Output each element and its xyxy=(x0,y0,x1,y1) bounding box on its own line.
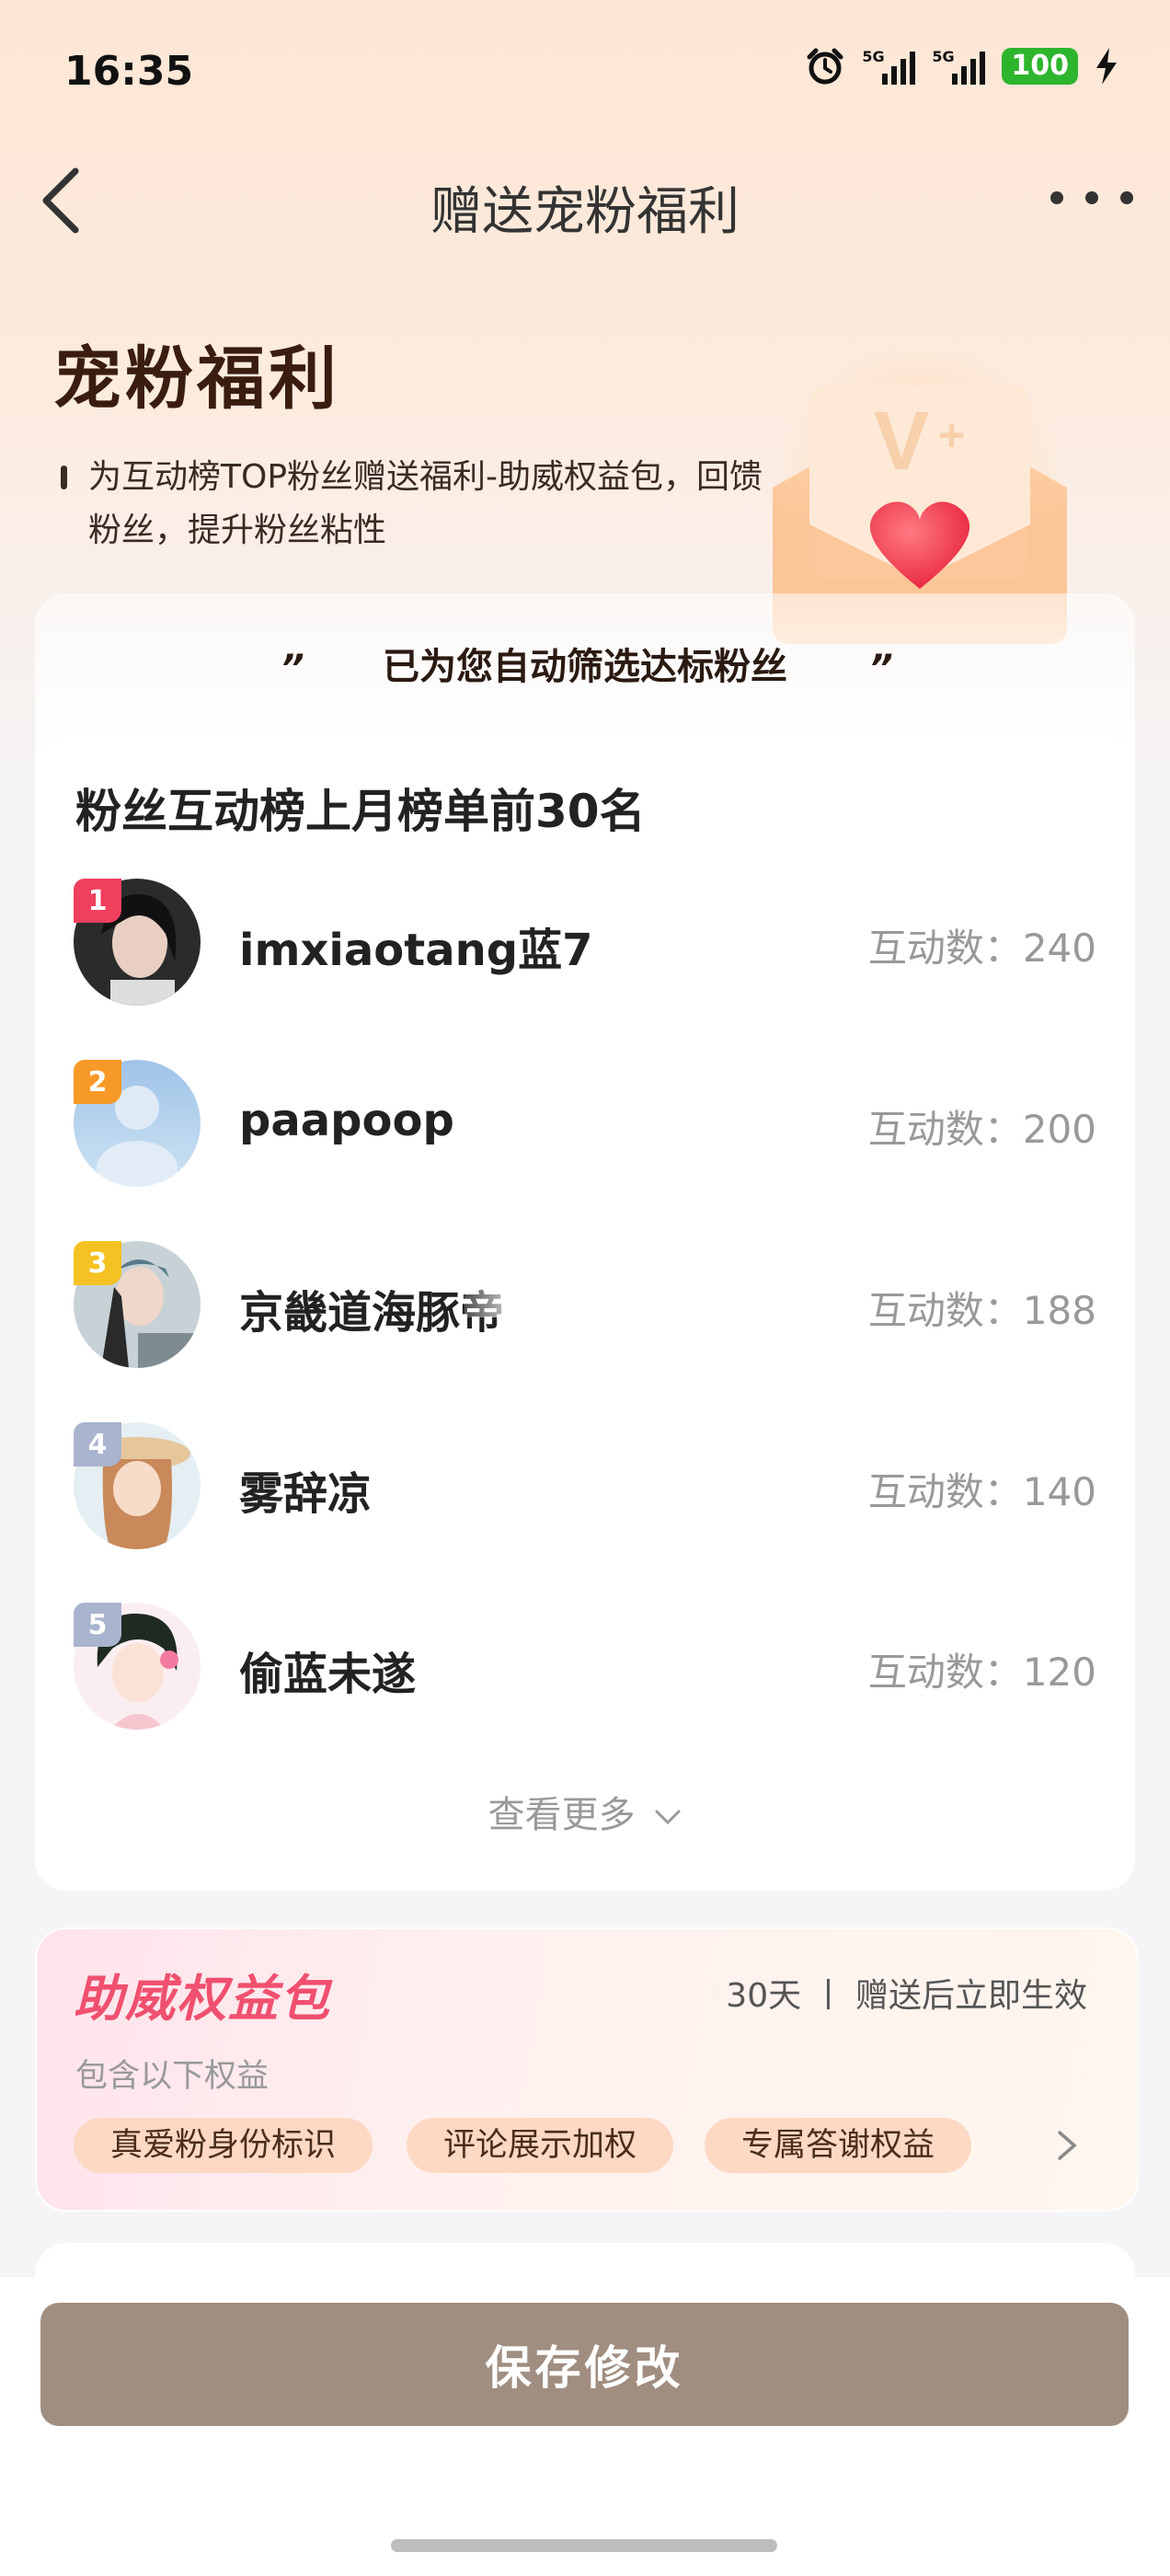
benefit-chip: 真爱粉身份标识 xyxy=(74,2118,373,2173)
count-label: 互动数： xyxy=(867,1469,1023,1514)
quote-mark-right: ” xyxy=(869,648,893,690)
page-title: 赠送宠粉福利 xyxy=(430,182,740,242)
see-more-label: 查看更多 xyxy=(488,1794,636,1836)
signal-tag: 5G xyxy=(862,48,885,65)
count-label: 互动数： xyxy=(867,1107,1023,1152)
benefit-chip: 专属答谢权益 xyxy=(705,2118,972,2173)
count-label: 互动数： xyxy=(867,926,1023,971)
cellular-signal-icon: 5G xyxy=(932,48,986,85)
count-value: 240 xyxy=(1022,926,1096,971)
package-title: 助威权益包 xyxy=(74,1970,331,2028)
interaction-count: 互动数：120 xyxy=(868,1641,1096,1697)
chevron-right-icon xyxy=(1058,2131,1077,2160)
interaction-count: 互动数：188 xyxy=(868,1280,1096,1336)
see-more-button[interactable]: 查看更多 xyxy=(0,1785,1170,1838)
package-subtitle: 包含以下权益 xyxy=(75,2058,270,2095)
status-icons: 5G 5G 100 xyxy=(805,46,1118,86)
battery-indicator: 100 xyxy=(1002,48,1078,85)
benefit-chip: 评论展示加权 xyxy=(407,2118,674,2173)
fan-name: paapoop xyxy=(239,1095,454,1146)
home-indicator[interactable] xyxy=(391,2539,777,2552)
filter-notice: 已为您自动筛选达标粉丝 xyxy=(383,646,787,688)
fan-list-item[interactable]: 5 偷蓝未遂 互动数：120 xyxy=(74,1603,1096,1731)
alarm-icon xyxy=(807,48,843,85)
svg-text:V: V xyxy=(874,396,929,488)
more-dot-icon xyxy=(1120,191,1133,204)
fan-name: imxiaotang蓝7 xyxy=(239,925,593,976)
status-time: 16:35 xyxy=(64,48,194,95)
fan-name: 雾辞凉 xyxy=(239,1468,373,1520)
svg-text:+: + xyxy=(938,409,965,461)
count-value: 200 xyxy=(1022,1107,1096,1152)
more-options-button[interactable] xyxy=(1050,175,1133,221)
cellular-signal-icon: 5G xyxy=(862,48,916,85)
count-label: 互动数： xyxy=(867,1650,1023,1695)
rank-badge: 5 xyxy=(74,1603,121,1647)
rank-badge: 3 xyxy=(74,1241,121,1285)
count-value: 140 xyxy=(1022,1469,1096,1514)
rank-badge: 2 xyxy=(74,1060,121,1104)
more-dot-icon xyxy=(1050,191,1063,204)
more-dot-icon xyxy=(1085,191,1098,204)
count-value: 188 xyxy=(1022,1288,1096,1333)
hero-title: 宠粉福利 xyxy=(53,339,340,419)
save-button[interactable]: 保存修改 xyxy=(40,2303,1129,2426)
fan-list-item[interactable]: 4 雾辞凉 互动数：140 xyxy=(74,1422,1096,1551)
fan-name: 偷蓝未遂 xyxy=(239,1649,417,1700)
count-label: 互动数： xyxy=(867,1288,1023,1333)
package-detail-button[interactable] xyxy=(1049,2127,1085,2164)
ranking-list-title: 粉丝互动榜上月榜单前30名 xyxy=(75,785,646,838)
name-blur-mask xyxy=(465,1271,667,1317)
interaction-count: 互动数：140 xyxy=(868,1461,1096,1517)
rank-badge: 4 xyxy=(74,1422,121,1466)
charging-bolt-icon xyxy=(1096,48,1117,85)
rank-badge: 1 xyxy=(74,879,121,923)
interaction-count: 互动数：200 xyxy=(868,1098,1096,1155)
signal-tag: 5G xyxy=(932,48,955,65)
chevron-down-icon xyxy=(655,1810,681,1825)
hero-description: 为互动榜TOP粉丝赠送福利-助威权益包，回馈粉丝，提升粉丝粘性 xyxy=(88,458,763,549)
package-meta: 30天 丨 赠送后立即生效 xyxy=(726,1977,1087,2015)
count-value: 120 xyxy=(1022,1650,1096,1695)
interaction-count: 互动数：240 xyxy=(868,917,1096,973)
fan-list-item[interactable]: 1 imxiaotang蓝7 互动数：240 xyxy=(74,879,1096,1007)
fan-list-item[interactable]: 2 paapoop 互动数：200 xyxy=(74,1060,1096,1189)
